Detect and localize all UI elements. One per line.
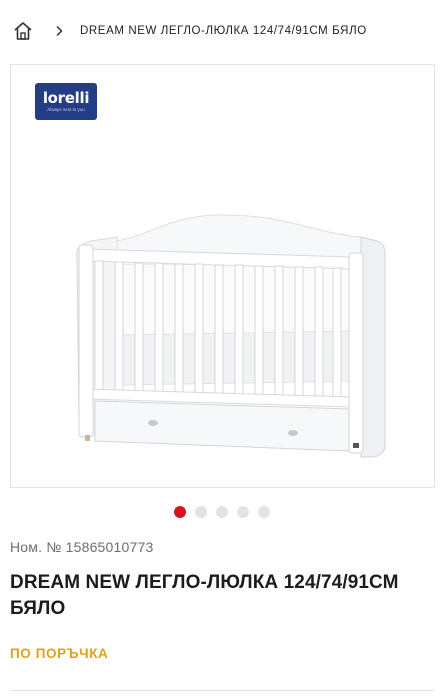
breadcrumb: DREAM NEW ЛЕГЛО-ЛЮЛКА 124/74/91СМ БЯЛО [0,0,444,62]
gallery-dot[interactable] [174,506,186,518]
product-gallery[interactable]: lorelli Always next to you [10,64,435,488]
home-icon[interactable] [12,20,34,42]
brand-logo-tagline: Always next to you [47,107,85,112]
availability-status: ПО ПОРЪЧКА [10,646,109,661]
brand-logo: lorelli Always next to you [35,83,97,120]
brand-logo-text: lorelli [42,89,90,107]
gallery-dot[interactable] [216,506,228,518]
chevron-right-icon [52,24,66,38]
gallery-pagination [0,506,444,518]
gallery-dot[interactable] [258,506,270,518]
product-title: DREAM NEW ЛЕГЛО-ЛЮЛКА 124/74/91СМ БЯЛО [10,572,399,619]
breadcrumb-current: DREAM NEW ЛЕГЛО-ЛЮЛКА 124/74/91СМ БЯЛО [80,25,367,37]
gallery-dot[interactable] [237,506,249,518]
product-sku: Ном. № 15865010773 [10,539,154,555]
divider [10,690,434,691]
gallery-dot[interactable] [195,506,207,518]
product-image[interactable] [61,145,391,465]
